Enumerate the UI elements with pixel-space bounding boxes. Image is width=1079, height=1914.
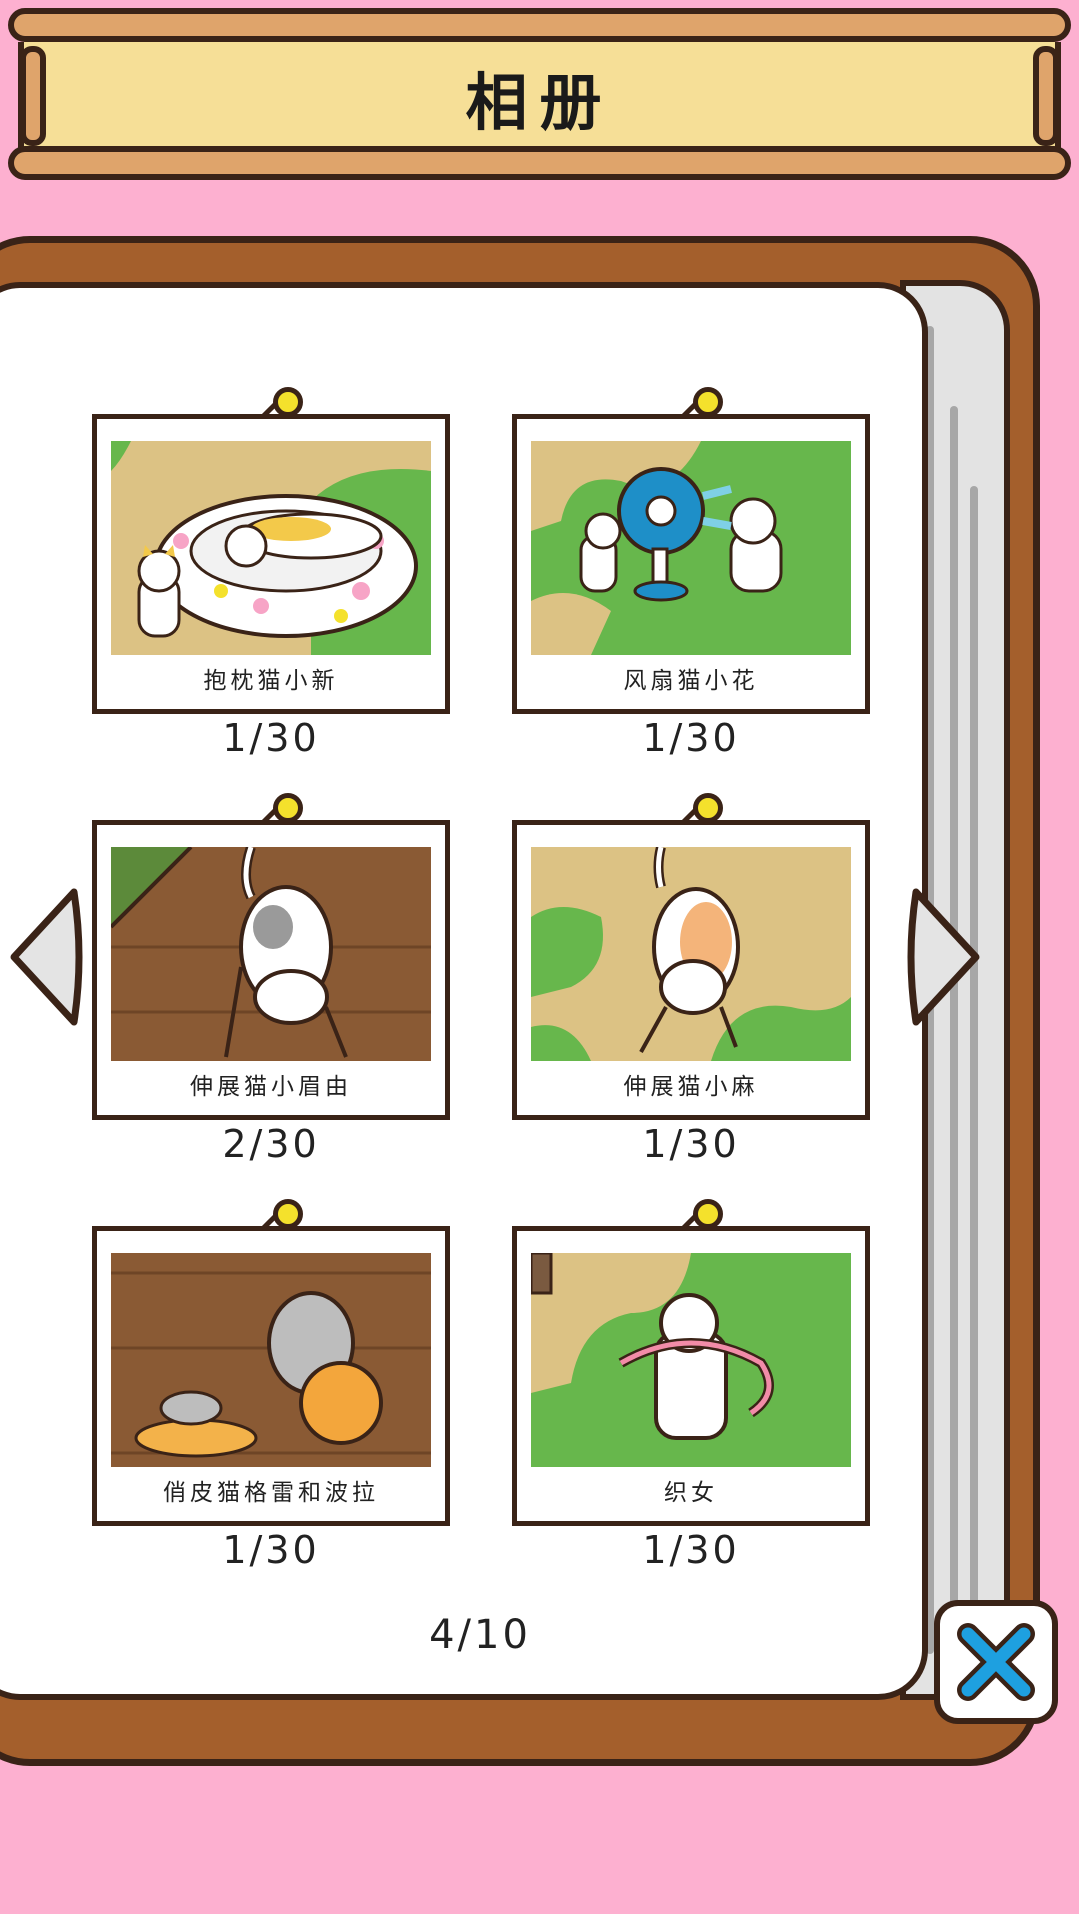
card-title: 伸展猫小麻: [623, 1074, 759, 1100]
card-title: 伸展猫小眉由: [190, 1074, 352, 1100]
close-x-icon: [957, 1623, 1035, 1701]
pin-icon: [680, 1199, 727, 1239]
banner-rod-top: [8, 8, 1071, 42]
page-title: 相册: [465, 66, 614, 139]
triangle-left-icon: [10, 888, 83, 1026]
banner-scroll: 相册: [18, 42, 1061, 152]
prev-page-button[interactable]: [4, 882, 84, 1032]
pillow-cat-illustration: [111, 441, 431, 655]
card-count: 1/30: [642, 716, 740, 760]
photo-image: [111, 1253, 431, 1467]
photo-image: [111, 847, 431, 1061]
album-screen: 相册 抱枕猫小新 1/30 风扇猫小花 1/30 伸展猫小眉由 2/30 伸展猫…: [0, 0, 1079, 1914]
card-count: 1/30: [642, 1122, 740, 1166]
next-page-button[interactable]: [906, 882, 986, 1032]
playful-cats-illustration: [111, 1253, 431, 1467]
banner-end-left: [20, 46, 46, 146]
pin-icon: [680, 387, 727, 427]
banner-rod-bottom: [8, 146, 1071, 180]
card-title: 织女: [664, 1480, 718, 1506]
pin-icon: [260, 387, 307, 427]
page-indicator: 4/10: [429, 1612, 531, 1658]
photo-card[interactable]: 风扇猫小花: [512, 387, 870, 714]
photo-image: [531, 441, 851, 655]
pin-icon: [260, 1199, 307, 1239]
pin-icon: [260, 793, 307, 833]
card-title: 俏皮猫格雷和波拉: [163, 1480, 379, 1506]
card-count: 1/30: [642, 1528, 740, 1572]
card-title: 抱枕猫小新: [203, 668, 339, 694]
card-count: 2/30: [222, 1122, 320, 1166]
triangle-right-icon: [907, 888, 980, 1026]
card-count: 1/30: [222, 1528, 320, 1572]
fan-cat-illustration: [531, 441, 851, 655]
photo-image: [531, 847, 851, 1061]
photo-card[interactable]: 伸展猫小麻: [512, 793, 870, 1120]
pin-icon: [680, 793, 727, 833]
close-button[interactable]: [934, 1600, 1058, 1724]
photo-image: [111, 441, 431, 655]
photo-card[interactable]: 俏皮猫格雷和波拉: [92, 1199, 450, 1526]
stretch-cat-orange-illustration: [531, 847, 851, 1061]
page-edge-line: [970, 486, 978, 1654]
card-count: 1/30: [222, 716, 320, 760]
photo-card[interactable]: 伸展猫小眉由: [92, 793, 450, 1120]
title-banner: 相册: [8, 8, 1071, 180]
photo-card[interactable]: 织女: [512, 1199, 870, 1526]
weaver-girl-cat-illustration: [531, 1253, 851, 1467]
card-title: 风扇猫小花: [623, 668, 759, 694]
photo-card[interactable]: 抱枕猫小新: [92, 387, 450, 714]
stretch-cat-grey-illustration: [111, 847, 431, 1061]
photo-image: [531, 1253, 851, 1467]
banner-end-right: [1033, 46, 1059, 146]
